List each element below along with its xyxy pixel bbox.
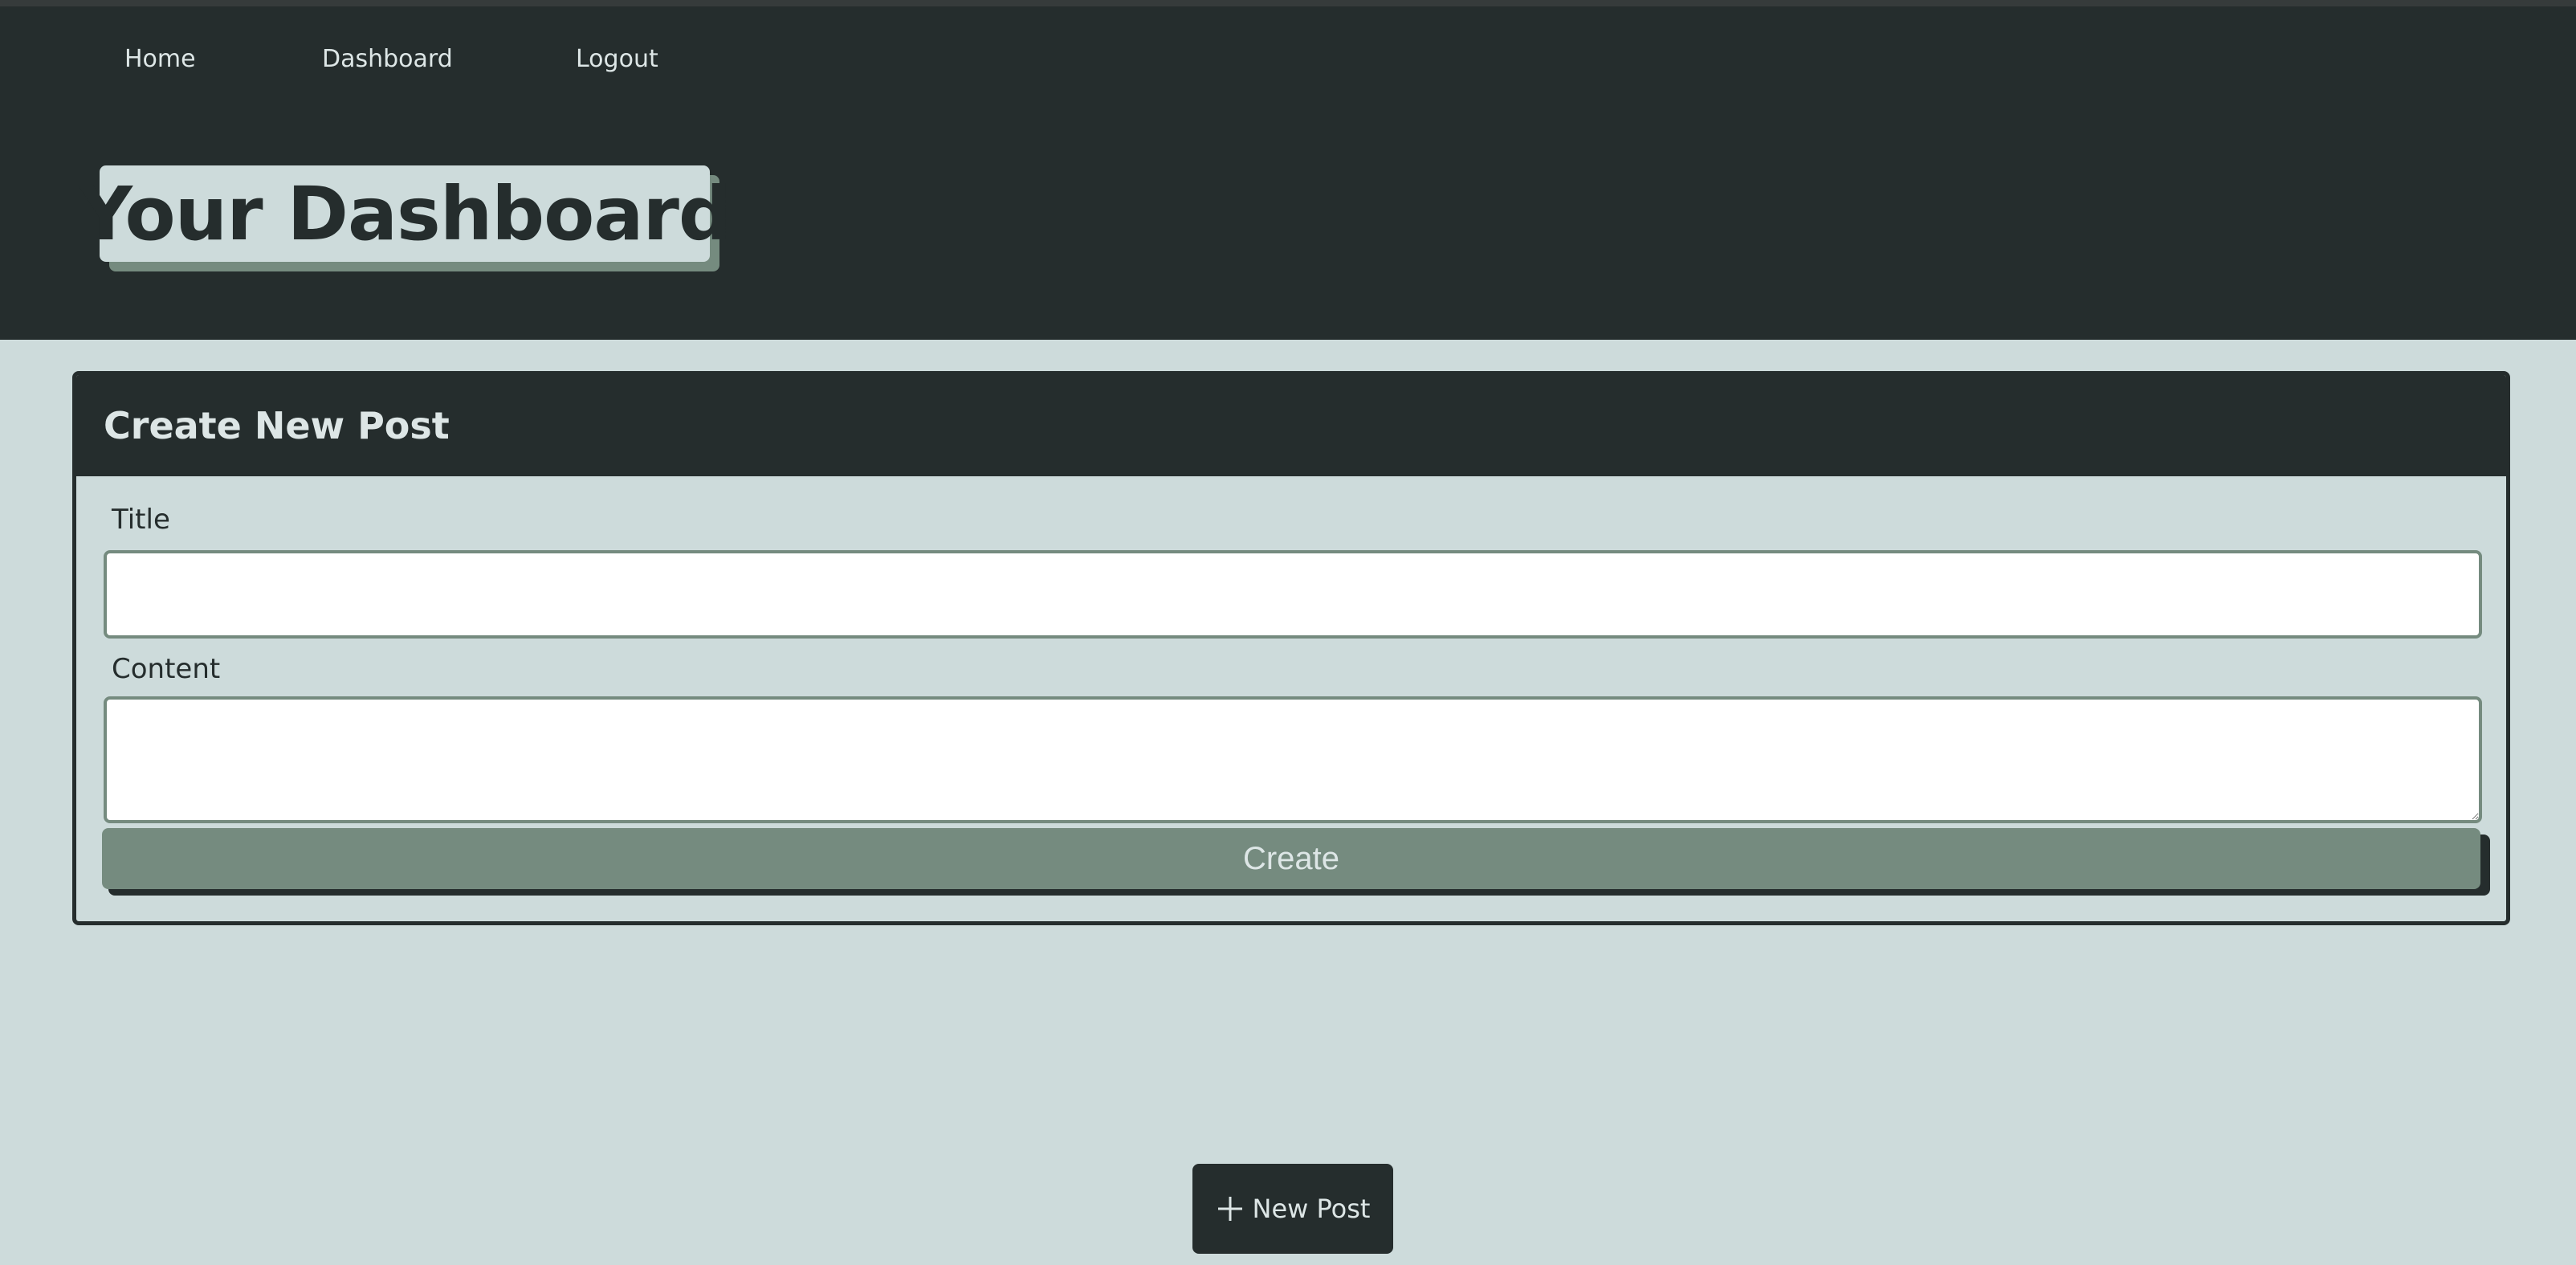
create-post-card-header: Create New Post bbox=[76, 375, 2506, 476]
page-title: Your Dashboard bbox=[79, 170, 731, 257]
new-post-label: New Post bbox=[1252, 1194, 1371, 1224]
new-post-button[interactable]: New Post bbox=[1192, 1164, 1393, 1254]
content-textarea[interactable] bbox=[104, 696, 2482, 823]
plus-icon bbox=[1217, 1197, 1242, 1221]
create-post-heading: Create New Post bbox=[104, 404, 450, 447]
create-post-card: Create New Post Title Content Create bbox=[72, 371, 2510, 925]
content-label: Content bbox=[112, 653, 221, 685]
page-title-box: Your Dashboard bbox=[79, 165, 732, 262]
top-strip bbox=[0, 0, 2576, 6]
nav-link-dashboard[interactable]: Dashboard bbox=[322, 35, 453, 84]
nav-link-home[interactable]: Home bbox=[124, 35, 196, 84]
create-button[interactable]: Create bbox=[102, 828, 2480, 889]
nav-link-logout[interactable]: Logout bbox=[576, 35, 658, 84]
title-label: Title bbox=[112, 504, 170, 536]
site-header: Home Dashboard Logout Your Dashboard bbox=[0, 6, 2576, 340]
page-title-container: Your Dashboard bbox=[79, 165, 732, 271]
title-input[interactable] bbox=[104, 550, 2482, 639]
